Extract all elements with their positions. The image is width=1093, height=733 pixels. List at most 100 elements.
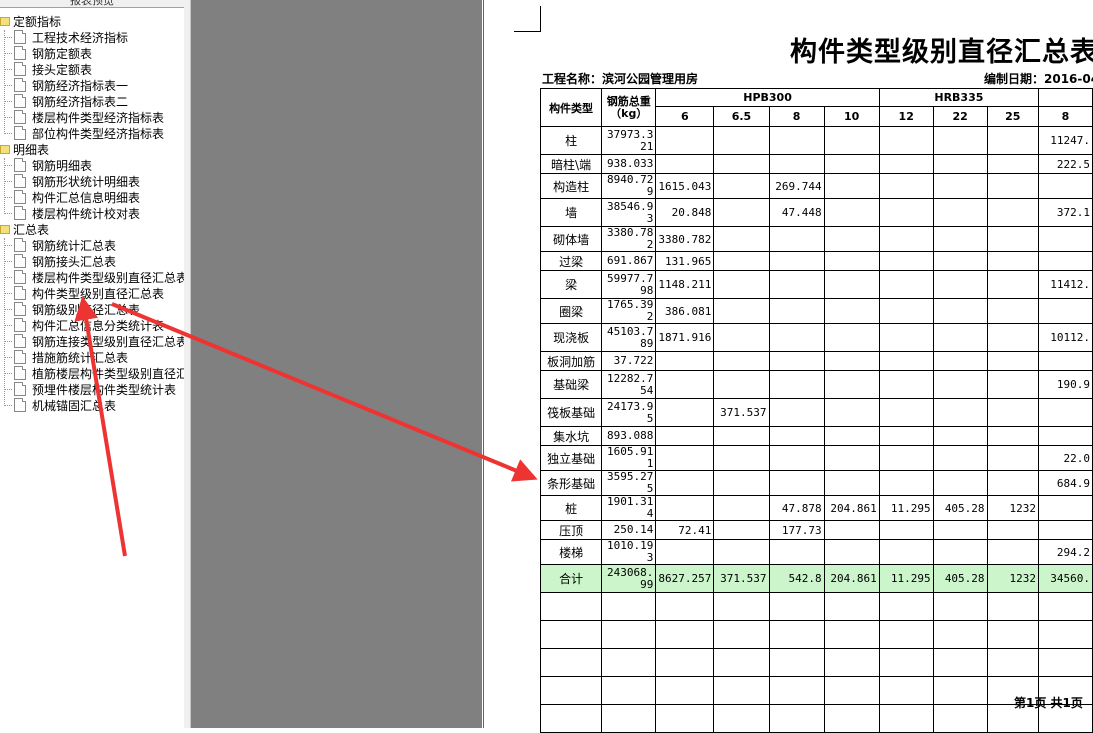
preview-background (191, 0, 482, 728)
tree-group[interactable]: 汇总表 (0, 222, 49, 238)
tree-item[interactable]: 构件汇总信息明细表 (4, 190, 140, 206)
tree-item[interactable]: 钢筋连接类型级别直径汇总表 (4, 334, 184, 350)
table-row: 独立基础 1605.911 22.0 (539, 445, 1093, 471)
cell-value (932, 126, 988, 155)
cell-value: 204.861 (823, 564, 880, 593)
tree-item[interactable]: 钢筋经济指标表一 (4, 78, 128, 94)
tree-group[interactable]: 明细表 (0, 142, 49, 158)
tree-item-label: 钢筋明细表 (32, 159, 93, 173)
header-diameter: 25 (986, 106, 1040, 127)
cell-value: 294.2 (1038, 539, 1093, 565)
cell-empty (655, 620, 715, 649)
cell-value (878, 251, 934, 271)
cell-value: 12282.754 (601, 370, 657, 399)
tree-item[interactable]: 机械锚固汇总表 (4, 398, 116, 414)
tree-group[interactable]: 定额指标 (0, 14, 61, 30)
document-icon (14, 334, 26, 348)
cell-value: 938.033 (601, 154, 657, 174)
panel-splitter[interactable] (184, 0, 191, 728)
tree-branch (4, 165, 12, 166)
document-icon (14, 30, 26, 44)
cell-empty (768, 620, 825, 649)
table-row: 桩 1901.314 47.878 204.861 11.295 405.28 1232 (539, 495, 1093, 521)
tree-item[interactable]: 钢筋明细表 (4, 158, 92, 174)
cell-value (713, 198, 770, 227)
cell-value (878, 351, 934, 371)
document-icon (14, 398, 26, 412)
table-row: 板洞加筋 37.722 (539, 351, 1093, 371)
cell-value (932, 323, 988, 352)
cell-empty (986, 592, 1040, 621)
table-row: 梁 59977.798 1148.211 11412. (539, 270, 1093, 299)
tree-item[interactable]: 楼层构件类型级别直径汇总表 (4, 270, 184, 286)
cell-value (932, 520, 988, 540)
cell-value (878, 539, 934, 565)
cell-value (655, 426, 715, 446)
cell-value (932, 398, 988, 427)
tree-guide-line (4, 30, 5, 134)
cell-value (932, 351, 988, 371)
cell-type: 集水坑 (539, 426, 603, 446)
cell-value: 250.14 (601, 520, 657, 540)
tree-item[interactable]: 构件汇总信息分类统计表 (4, 318, 164, 334)
cell-empty (823, 620, 880, 649)
cell-value: 37.722 (601, 351, 657, 371)
document-icon (14, 174, 26, 188)
cell-empty (655, 648, 715, 677)
tree-item-label: 工程技术经济指标 (32, 31, 129, 45)
tree-item[interactable]: 工程技术经济指标 (4, 30, 128, 46)
tree-item[interactable]: 楼层构件类型经济指标表 (4, 110, 164, 126)
document-icon (14, 190, 26, 204)
tree-item-label: 机械锚固汇总表 (32, 399, 117, 413)
cell-value: 542.8 (768, 564, 825, 593)
cell-value (986, 251, 1040, 271)
tree-guide-line (4, 158, 5, 214)
cell-value (823, 539, 880, 565)
cell-value (878, 126, 934, 155)
cell-value: 38546.93 (601, 198, 657, 227)
cell-value (823, 398, 880, 427)
header-diameter: 6 (655, 106, 715, 127)
cell-value (713, 154, 770, 174)
cell-value (878, 198, 934, 227)
tree-item-label: 楼层构件统计校对表 (32, 207, 141, 221)
tree-item-label: 钢筋接头汇总表 (32, 255, 117, 269)
cell-empty (539, 648, 603, 677)
tree-item[interactable]: 钢筋形状统计明细表 (4, 174, 140, 190)
cell-value (713, 270, 770, 299)
project-name: 工程名称：滨河公园管理用房 (542, 72, 699, 86)
tree-item[interactable]: 措施筋统计汇总表 (4, 350, 128, 366)
tree-guide-line (4, 238, 5, 406)
cell-empty (823, 676, 880, 705)
tree-item[interactable]: 钢筋定额表 (4, 46, 92, 62)
cell-value (713, 126, 770, 155)
tree-item[interactable]: 楼层构件统计校对表 (4, 206, 140, 222)
cell-value (878, 398, 934, 427)
cell-empty (878, 676, 934, 705)
cell-value (823, 351, 880, 371)
tree-item[interactable]: 钢筋统计汇总表 (4, 238, 116, 254)
cell-value (932, 539, 988, 565)
cell-value: 1765.392 (601, 298, 657, 324)
tree-item[interactable]: 植筋楼层构件类型级别直径汇 (4, 366, 184, 382)
cell-empty (539, 676, 603, 705)
cell-value: 371.537 (713, 564, 770, 593)
tree-item[interactable]: 接头定额表 (4, 62, 92, 78)
tree-item[interactable]: 部位构件类型经济指标表 (4, 126, 164, 142)
table-row: 合计 243068.99 8627.257 371.537 542.8 204.861 11… (539, 564, 1093, 593)
tree-item[interactable]: 钢筋经济指标表二 (4, 94, 128, 110)
table-row: 楼梯 1010.193 294.2 (539, 539, 1093, 565)
cell-type: 墙 (539, 198, 603, 227)
cell-value (932, 226, 988, 252)
cell-value (986, 445, 1040, 471)
tree-item[interactable]: 钢筋级别直径汇总表 (4, 302, 140, 318)
cell-value: 691.867 (601, 251, 657, 271)
tree-item[interactable]: 钢筋接头汇总表 (4, 254, 116, 270)
cell-empty (1038, 620, 1093, 649)
cell-value (932, 426, 988, 446)
cell-type: 板洞加筋 (539, 351, 603, 371)
tree-item[interactable]: 构件类型级别直径汇总表 (4, 286, 164, 302)
cell-value: 3380.782 (601, 226, 657, 252)
tree-item-label: 钢筋经济指标表一 (32, 79, 129, 93)
tree-item[interactable]: 预埋件楼层构件类型统计表 (4, 382, 176, 398)
